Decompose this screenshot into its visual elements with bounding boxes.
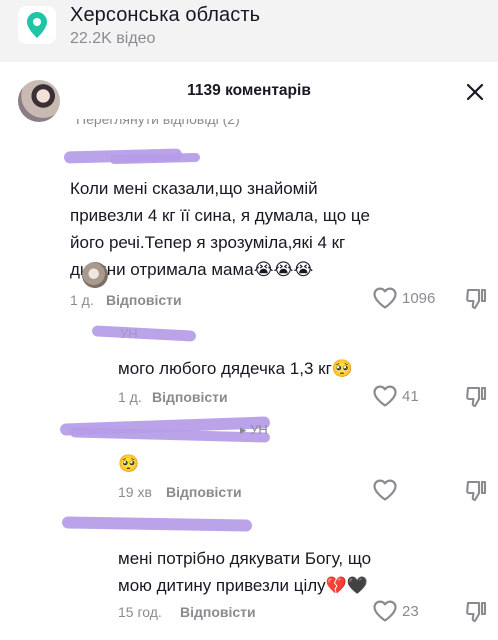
location-title: Херсонська область xyxy=(70,4,261,26)
comment-time: 15 год. xyxy=(118,604,162,620)
username-fragment: ▸ УН xyxy=(240,422,268,437)
like-count: 23 xyxy=(402,602,419,620)
thumbs-down-icon xyxy=(466,480,487,502)
comment-time: 1 д. xyxy=(70,292,94,308)
like-button[interactable]: 1096 xyxy=(372,286,435,310)
dislike-button[interactable] xyxy=(464,479,488,508)
like-count: 41 xyxy=(402,387,419,405)
reply-button[interactable]: Відповісти xyxy=(166,484,242,500)
avatar[interactable] xyxy=(18,80,60,122)
like-button[interactable] xyxy=(372,478,402,502)
location-video-count: 22.2K відео xyxy=(70,30,156,47)
comment-time: 19 хв xyxy=(118,484,152,500)
dislike-button[interactable] xyxy=(464,287,488,316)
reply-button[interactable]: Відповісти xyxy=(180,604,256,620)
comment-text: мені потрібно дякувати Богу, що мою дити… xyxy=(118,549,372,595)
like-count: 1096 xyxy=(402,289,436,307)
comment-text: Коли мені сказали,що знайомій привезли 4… xyxy=(70,179,370,279)
dislike-button[interactable] xyxy=(464,385,488,414)
close-button[interactable] xyxy=(462,79,488,105)
comment-text: 🥺 xyxy=(118,454,140,473)
view-replies-link[interactable]: Переглянути відповіді (2) xyxy=(76,119,240,127)
dislike-button[interactable] xyxy=(464,600,488,629)
heart-icon xyxy=(373,287,397,309)
thumbs-down-icon xyxy=(466,386,487,408)
comments-count-title: 1139 коментарів xyxy=(187,82,311,99)
close-icon xyxy=(466,83,484,101)
like-button[interactable]: 41 xyxy=(372,384,419,408)
thumbs-down-icon xyxy=(466,601,487,623)
username-fragment: УН xyxy=(120,326,138,341)
avatar[interactable] xyxy=(82,262,108,288)
location-header[interactable]: Херсонська область 22.2K відео xyxy=(0,0,498,62)
heart-icon xyxy=(373,600,397,622)
heart-icon xyxy=(373,479,397,501)
reply-button[interactable]: Відповісти xyxy=(152,389,228,405)
thumbs-down-icon xyxy=(466,288,487,310)
map-pin-icon xyxy=(18,6,56,44)
comment-time: 1 д. xyxy=(118,389,142,405)
reply-button[interactable]: Відповісти xyxy=(106,292,182,308)
like-button[interactable]: 23 xyxy=(372,599,419,623)
comment-text: мого любого дядечка 1,3 кг🥺 xyxy=(118,359,353,378)
heart-icon xyxy=(373,385,397,407)
